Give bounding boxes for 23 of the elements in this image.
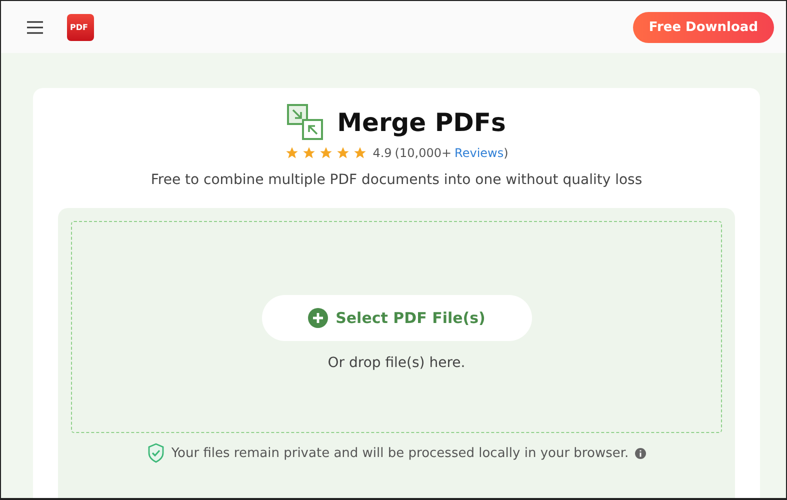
drop-zone[interactable]: Select PDF File(s) Or drop file(s) here.: [71, 221, 722, 433]
menu-icon[interactable]: [27, 20, 43, 34]
review-count-close: ): [504, 146, 508, 160]
star-icon: [336, 146, 350, 160]
star-icon: [284, 146, 299, 160]
app-logo[interactable]: PDF: [67, 14, 94, 40]
star-icon: [318, 146, 333, 160]
reviews-link[interactable]: Reviews: [454, 146, 504, 160]
info-icon[interactable]: [634, 448, 646, 458]
download-button[interactable]: Free Download: [632, 12, 774, 42]
plus-icon: [308, 308, 328, 328]
select-file-button[interactable]: Select PDF File(s): [262, 295, 532, 341]
rating-value: 4.9: [372, 146, 392, 160]
shield-check-icon: [147, 443, 166, 463]
drop-area[interactable]: Select PDF File(s) Or drop file(s) here. Your files remain private and will be processed locally in your browser.: [58, 208, 735, 498]
privacy-note: Your files remain private and will be processed locally in your browser.: [171, 446, 629, 460]
page-title: Merge PDFs: [337, 108, 506, 136]
star-icon: [352, 146, 367, 160]
review-count: (10,000+: [394, 146, 452, 160]
merge-icon: [287, 104, 324, 140]
subtitle: Free to combine multiple PDF documents into one without quality loss: [150, 172, 642, 188]
star-icon: [302, 146, 316, 160]
drop-hint: Or drop file(s) here.: [328, 355, 466, 371]
